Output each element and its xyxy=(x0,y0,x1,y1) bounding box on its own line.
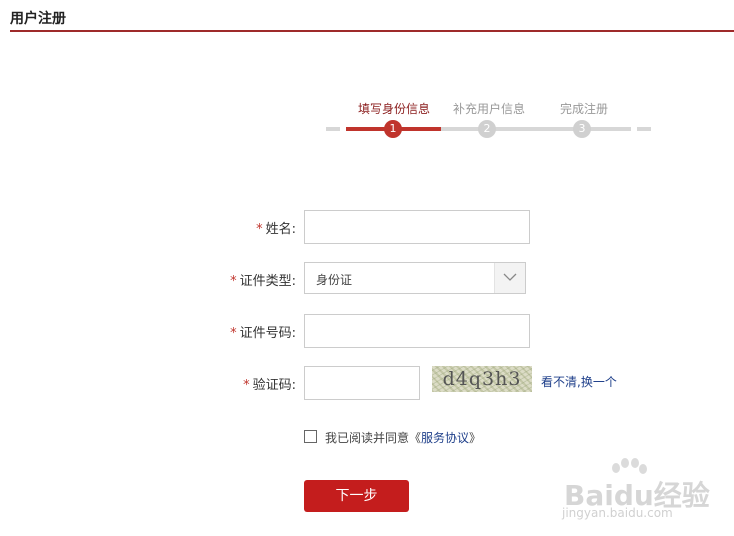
step-1-label: 填写身份信息 xyxy=(358,102,431,116)
required-mark: * xyxy=(230,274,237,289)
name-label: * 姓名: xyxy=(256,218,296,237)
id-number-row: * 证件号码: xyxy=(0,314,734,348)
captcha-label-text: 验证码: xyxy=(252,378,296,393)
step-1-circle: 1 xyxy=(384,120,402,138)
step-3-circle: 3 xyxy=(573,120,591,138)
agreement-prefix: 我已阅读并同意《 xyxy=(325,431,422,445)
stepper-track-end xyxy=(637,127,651,131)
id-type-label-text: 证件类型: xyxy=(239,274,296,289)
name-input[interactable] xyxy=(304,210,530,244)
captcha-image[interactable]: d4q3h3 xyxy=(432,366,532,392)
refresh-captcha-link[interactable]: 看不清,换一个 xyxy=(541,373,617,390)
id-number-label-text: 证件号码: xyxy=(239,326,296,341)
agreement-checkbox[interactable] xyxy=(304,430,317,443)
required-mark: * xyxy=(243,378,250,393)
id-type-label: * 证件类型: xyxy=(230,270,296,289)
id-type-selected-value: 身份证 xyxy=(316,273,353,287)
captcha-row: * 验证码: d4q3h3 看不清,换一个 xyxy=(0,366,734,400)
step-3-label: 完成注册 xyxy=(560,102,609,116)
id-type-select[interactable]: 身份证 xyxy=(304,262,526,294)
next-step-button[interactable]: 下一步 xyxy=(304,480,409,512)
name-row: * 姓名: xyxy=(0,210,734,244)
baidu-jingyan-watermark: Baidu经验 jingyan.baidu.com xyxy=(560,458,730,522)
agreement-text: 我已阅读并同意《服务协议》 xyxy=(325,429,481,446)
page-header: 用户注册 xyxy=(10,6,734,32)
registration-stepper: 填写身份信息 补充用户信息 完成注册 1 2 3 xyxy=(326,96,652,146)
step-2-label: 补充用户信息 xyxy=(453,102,526,116)
required-mark: * xyxy=(230,326,237,341)
id-number-label: * 证件号码: xyxy=(230,322,296,341)
watermark-url: jingyan.baidu.com xyxy=(562,506,673,520)
id-number-input[interactable] xyxy=(304,314,530,348)
name-label-text: 姓名: xyxy=(265,222,296,237)
step-2-circle: 2 xyxy=(478,120,496,138)
stepper-track-start xyxy=(326,127,340,131)
captcha-input[interactable] xyxy=(304,366,420,400)
service-agreement-link[interactable]: 服务协议 xyxy=(421,431,469,445)
captcha-label: * 验证码: xyxy=(243,374,296,393)
chevron-down-icon[interactable] xyxy=(494,263,525,293)
agreement-suffix: 》 xyxy=(469,431,482,445)
page-title: 用户注册 xyxy=(10,11,66,27)
required-mark: * xyxy=(256,222,263,237)
id-type-row: * 证件类型: 身份证 xyxy=(0,262,734,294)
